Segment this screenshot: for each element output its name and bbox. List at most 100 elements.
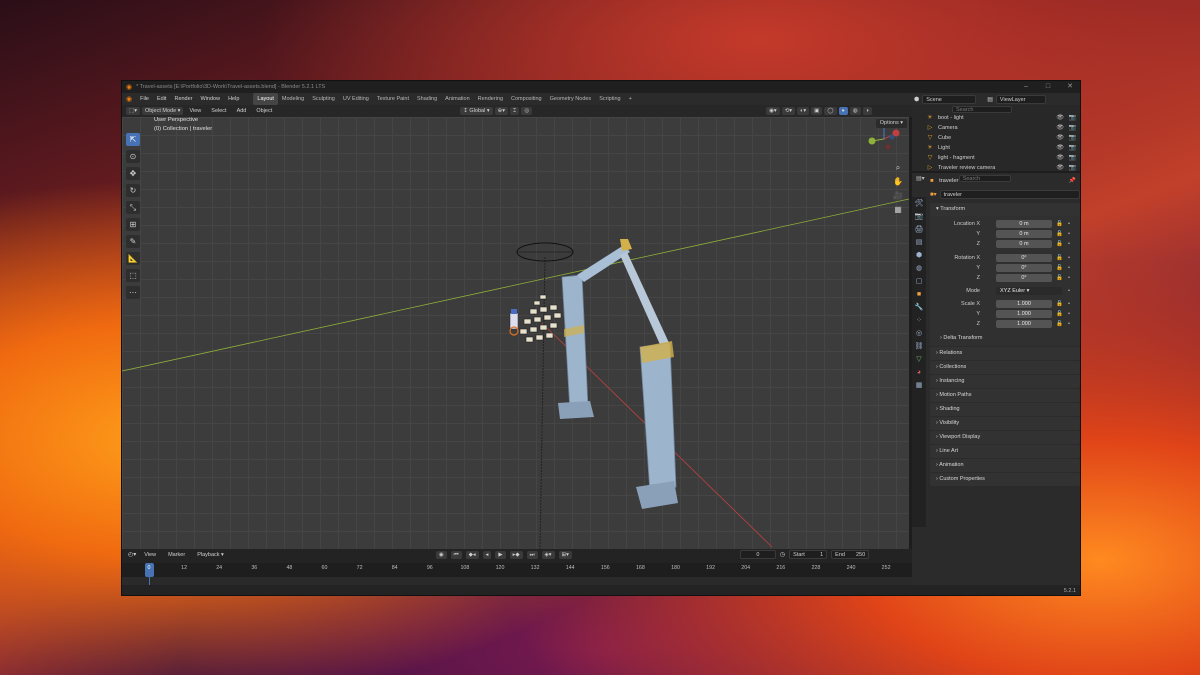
outliner-row[interactable]: ☀ boot - light 👁 📷 [912, 113, 1080, 123]
keyframe-dot-icon[interactable]: • [1068, 219, 1070, 229]
object-mode-dropdown[interactable]: Object Mode ▾ [141, 107, 184, 115]
timeline-menu-marker[interactable]: Marker [164, 549, 189, 561]
lock-icon[interactable]: 🔓 [1056, 229, 1063, 239]
particles-tab-icon[interactable]: ⁘ [912, 314, 926, 327]
eye-icon[interactable]: 👁 [1056, 123, 1064, 133]
tab-uv-editing[interactable]: UV Editing [339, 93, 373, 105]
tab-shading[interactable]: Shading [413, 93, 441, 105]
tool-tab-icon[interactable]: 🛠 [912, 197, 926, 210]
location-x-field[interactable]: 0 m [996, 220, 1052, 228]
start-frame-field[interactable]: Start 1 [789, 550, 828, 559]
shading-solid-icon[interactable]: ● [838, 107, 848, 115]
panel-header-instancing[interactable]: › Instancing [930, 375, 1080, 388]
panel-header-animation[interactable]: › Animation [930, 459, 1080, 472]
properties-editor-icon[interactable]: ▤▾ [916, 175, 925, 182]
panel-header-shading[interactable]: › Shading [930, 403, 1080, 416]
play-icon[interactable]: ▶ [495, 550, 506, 559]
render-camera-icon[interactable]: 📷 [1069, 133, 1076, 143]
delta-transform-subpanel[interactable]: › Delta Transform [930, 333, 1080, 343]
data-block-icon[interactable]: ■▾ [930, 191, 937, 198]
panel-header-viewport-display[interactable]: › Viewport Display [930, 431, 1080, 444]
prev-keyframe-icon[interactable]: ◆◂ [465, 550, 479, 559]
current-frame-field[interactable]: 0 [739, 550, 776, 559]
editor-type-icon[interactable]: ⬚▾ [126, 107, 140, 115]
rotation-y-field[interactable]: 0° [996, 264, 1052, 272]
lock-icon[interactable]: 🔓 [1056, 299, 1063, 309]
data-tab-icon[interactable]: ▽ [912, 353, 926, 366]
modifier-tab-icon[interactable]: 🔧 [912, 301, 926, 314]
blender-menu-icon[interactable]: ◉ [122, 95, 136, 103]
add-workspace-button[interactable]: + [625, 93, 636, 105]
output-tab-icon[interactable]: 🖨 [912, 223, 926, 236]
move-tool-icon[interactable]: ✥ [126, 167, 140, 180]
viewport-menu-view[interactable]: View [185, 105, 205, 117]
tab-texture-paint[interactable]: Texture Paint [373, 93, 413, 105]
lock-icon[interactable]: 🔓 [1056, 219, 1063, 229]
keyframe-dot-icon[interactable]: • [1068, 273, 1070, 283]
keying-icon[interactable]: ◈▾ [541, 550, 555, 559]
keyframe-dot-icon[interactable]: • [1068, 229, 1070, 239]
shading-material-icon[interactable]: ◍ [849, 107, 861, 115]
scene-field[interactable]: Scene [922, 94, 977, 104]
tab-animation[interactable]: Animation [441, 93, 473, 105]
gizmo-icon[interactable]: ⟲▾ [781, 107, 796, 115]
shading-wire-icon[interactable]: ◯ [824, 107, 837, 115]
render-camera-icon[interactable]: 📷 [1069, 153, 1076, 163]
record-icon[interactable]: ◉ [435, 550, 447, 559]
panel-header-motion-paths[interactable]: › Motion Paths [930, 389, 1080, 402]
collection-tab-icon[interactable]: ▢ [912, 275, 926, 288]
keyframe-dot-icon[interactable]: • [1068, 253, 1070, 263]
annotate-tool-icon[interactable]: ✎ [126, 235, 140, 248]
more-tools-icon[interactable]: ⋯ [126, 286, 140, 299]
outliner-row[interactable]: ▷ Traveler review camera 👁 📷 [912, 163, 1080, 171]
close-icon[interactable]: ✕ [1060, 81, 1080, 93]
keyframe-dot-icon[interactable]: • [1068, 299, 1070, 309]
snap-icon[interactable]: ⌶ [510, 107, 520, 115]
play-reverse-icon[interactable]: ◂ [482, 550, 492, 559]
proportional-edit-icon[interactable]: ◎ [521, 107, 533, 115]
outliner-search-input[interactable]: Search [952, 105, 1012, 113]
location-z-field[interactable]: 0 m [996, 240, 1052, 248]
view-layer-tab-icon[interactable]: ▤ [912, 236, 926, 249]
ortho-grid-icon[interactable]: ▦ [891, 203, 905, 217]
minimize-icon[interactable]: – [1016, 81, 1036, 93]
add-cube-tool-icon[interactable]: ⬚ [126, 269, 140, 282]
lock-icon[interactable]: 🔓 [1056, 309, 1063, 319]
rotate-tool-icon[interactable]: ↻ [126, 184, 140, 197]
keyframe-dot-icon[interactable]: • [1068, 263, 1070, 273]
scene-tab-icon[interactable]: ⬢ [912, 249, 926, 262]
render-camera-icon[interactable]: 📷 [1069, 143, 1076, 153]
eye-icon[interactable]: 👁 [1056, 143, 1064, 153]
orientation-dropdown[interactable]: ↧ Global ▾ [460, 107, 493, 115]
lock-icon[interactable]: 🔓 [1056, 263, 1063, 273]
pivot-icon[interactable]: ⊕▾ [494, 107, 508, 115]
render-camera-icon[interactable]: 📷 [1069, 113, 1076, 123]
camera-view-icon[interactable]: 🎥 [891, 189, 905, 203]
tab-scripting[interactable]: Scripting [595, 93, 624, 105]
render-camera-icon[interactable]: 📷 [1069, 163, 1076, 171]
viewport-menu-add[interactable]: Add [233, 105, 251, 117]
panel-header-collections[interactable]: › Collections [930, 361, 1080, 374]
keyframe-dot-icon[interactable]: • [1068, 239, 1070, 249]
world-tab-icon[interactable]: ◍ [912, 262, 926, 275]
menu-help[interactable]: Help [224, 93, 243, 105]
tab-rendering[interactable]: Rendering [474, 93, 507, 105]
shading-rendered-icon[interactable]: ◑ [862, 107, 872, 115]
render-tab-icon[interactable]: 📷 [912, 210, 926, 223]
outliner-row[interactable]: ☀ Light 👁 📷 [912, 143, 1080, 153]
select-tool-icon[interactable]: ⇱ [126, 133, 140, 146]
object-tab-icon[interactable]: ■ [912, 288, 926, 301]
frame-track[interactable] [122, 563, 912, 585]
tab-modeling[interactable]: Modeling [278, 93, 308, 105]
menu-file[interactable]: File [136, 93, 153, 105]
material-tab-icon[interactable]: ◕ [912, 366, 926, 379]
viewport-menu-object[interactable]: Object [252, 105, 276, 117]
keyframe-dot-icon[interactable]: • [1068, 319, 1070, 329]
lock-icon[interactable]: 🔓 [1056, 239, 1063, 249]
options-dropdown[interactable]: Options ▾ [875, 119, 907, 128]
frame-ruler[interactable]: 0 12 24 36 48 60 72 84 96 108 120 132 144 156 168 180 19… [122, 563, 912, 577]
rotation-z-field[interactable]: 0° [996, 274, 1052, 282]
scale-tool-icon[interactable]: ⤡ [126, 201, 140, 214]
scale-z-field[interactable]: 1.000 [996, 320, 1052, 328]
physics-tab-icon[interactable]: ◎ [912, 327, 926, 340]
